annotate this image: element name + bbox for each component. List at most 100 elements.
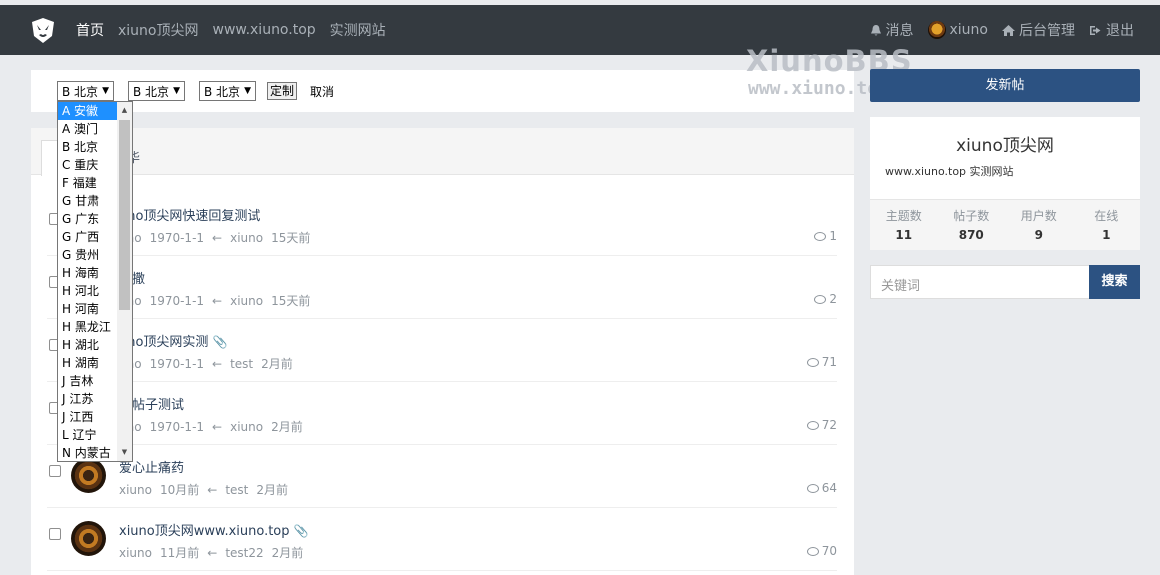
thread-meta-item: xiuno [230, 294, 264, 308]
dropdown-option[interactable]: H 河南 [58, 300, 118, 318]
thread-meta-item: 10月前 [160, 483, 200, 497]
new-thread-button[interactable]: 发新帖 [870, 69, 1140, 102]
thread-meta: xiuno 10月前 ← test 2月前 [119, 481, 296, 498]
reply-count-value: 70 [821, 544, 837, 558]
logo-icon[interactable] [30, 16, 56, 44]
dropdown-option[interactable]: H 湖北 [58, 336, 118, 354]
dropdown-option[interactable]: J 吉林 [58, 372, 118, 390]
dropdown-option[interactable]: A 澳门 [58, 120, 118, 138]
dropdown-option[interactable]: J 江西 [58, 408, 118, 426]
reply-count-value: 72 [821, 418, 837, 432]
stat-label: 主题数 [885, 209, 922, 223]
dropdown-scrollbar[interactable]: ▲ ▼ [117, 102, 132, 461]
thread-meta-item: ← [212, 231, 223, 245]
cancel-link[interactable]: 取消 [310, 83, 334, 100]
thread-meta: uno1970-1-1←xiuno15天前 [119, 229, 318, 246]
thread-meta: uno1970-1-1←test2月前 [119, 355, 301, 372]
thread-meta: uno1970-1-1←xiuno15天前 [119, 292, 318, 309]
dropdown-option[interactable]: B 北京 [58, 138, 118, 156]
scroll-up-icon[interactable]: ▲ [117, 102, 132, 119]
dropdown-option[interactable]: F 福建 [58, 174, 118, 192]
avatar[interactable] [71, 521, 106, 556]
thread-row[interactable]: 的撒uno1970-1-1←xiuno15天前2 [47, 256, 837, 319]
stat-value: 11 [895, 228, 913, 242]
dropdown-option[interactable]: G 贵州 [58, 246, 118, 264]
region-filter-bar: B 北京 ▼ B 北京 ▼ B 北京 ▼ 定制 取消 [31, 70, 854, 112]
thread-checkbox[interactable] [49, 528, 61, 540]
thread-meta-item: xiuno [119, 546, 152, 560]
custom-button[interactable]: 定制 [267, 82, 298, 100]
thread-meta-item: ← [212, 357, 223, 371]
thread-meta-item: test [225, 483, 249, 497]
reply-count: 1 [814, 229, 837, 243]
nav-user[interactable]: xiuno [927, 21, 989, 39]
dropdown-option[interactable]: C 重庆 [58, 156, 118, 174]
nav-user-label: xiuno [949, 22, 989, 38]
thread-checkbox[interactable] [49, 465, 61, 477]
dropdown-option[interactable]: G 广西 [58, 228, 118, 246]
nav-admin-label: 后台管理 [1019, 23, 1075, 39]
scroll-down-icon[interactable]: ▼ [117, 444, 132, 461]
dropdown-option[interactable]: G 甘肃 [58, 192, 118, 210]
thread-row[interactable]: xiuno顶尖网www.xiuno.top 📎 xiuno 11月前 ← test22 2月… [47, 508, 837, 571]
dropdown-option[interactable]: G 广东 [58, 210, 118, 228]
thread-meta-item: 2月前 [261, 357, 293, 371]
thread-row[interactable]: uno顶尖网快速回复测试uno1970-1-1←xiuno15天前1 [47, 193, 837, 256]
thread-row[interactable]: 爱心止痛药 xiuno 10月前 ← test 2月前 64 [47, 445, 837, 508]
thread-row[interactable]: 长帖子测试uno1970-1-1←xiuno2月前72 [47, 382, 837, 445]
region-dropdown-list[interactable]: A 安徽 A 澳门 B 北京 C 重庆 F 福建 G 甘肃 G 广东 G 广西 G 贵州 H 海南… [57, 101, 133, 462]
comment-icon [806, 546, 819, 556]
nav-xiuno-url[interactable]: www.xiuno.top [213, 22, 316, 38]
thread-tabs: 华 [31, 128, 854, 176]
bell-icon [870, 24, 881, 35]
thread-list-panel: 华 uno顶尖网快速回复测试uno1970-1-1←xiuno15天前1的撒un… [31, 128, 854, 575]
dropdown-option[interactable]: L 辽宁 [58, 426, 118, 444]
dropdown-options: A 安徽 A 澳门 B 北京 C 重庆 F 福建 G 甘肃 G 广东 G 广西 G 贵州 H 海南… [58, 102, 118, 461]
dropdown-option[interactable]: H 海南 [58, 264, 118, 282]
search-input[interactable]: 关键词 [870, 265, 1090, 299]
thread-title[interactable]: uno顶尖网实测 📎 [119, 331, 227, 350]
thread-title[interactable]: xiuno顶尖网www.xiuno.top 📎 [119, 520, 308, 539]
thread-row[interactable]: uno顶尖网实测📎uno1970-1-1←test2月前71 [47, 319, 837, 382]
nav-test-site[interactable]: 实测网站 [330, 20, 386, 40]
nav-logout[interactable]: 退出 [1089, 20, 1134, 40]
stat-value: 9 [1034, 228, 1043, 242]
dropdown-option[interactable]: H 湖南 [58, 354, 118, 372]
stat-value: 1 [1102, 228, 1111, 242]
dropdown-arrow-icon: ▼ [244, 86, 251, 96]
thread-meta-item: xiuno [119, 483, 152, 497]
site-name: xiuno顶尖网 [956, 136, 1054, 156]
avatar[interactable] [71, 458, 106, 493]
thread-meta: xiuno 11月前 ← test22 2月前 [119, 544, 311, 561]
thread-title-text: 爱心止痛药 [119, 461, 185, 476]
dropdown-option[interactable]: A 安徽 [58, 102, 118, 120]
reply-count-value: 64 [821, 481, 837, 495]
scrollbar-thumb[interactable] [119, 120, 130, 310]
dropdown-option[interactable]: N 内蒙古 [58, 444, 118, 461]
thread-meta-item: 1970-1-1 [149, 231, 205, 245]
comment-icon [814, 231, 827, 241]
nav-xiuno-site[interactable]: xiuno顶尖网 [118, 20, 199, 40]
comment-icon [806, 483, 819, 493]
dropdown-option[interactable]: J 江苏 [58, 390, 118, 408]
region-select-3[interactable]: B 北京 ▼ [199, 81, 256, 101]
thread-meta-item: test [230, 357, 254, 371]
search-button[interactable]: 搜索 [1089, 265, 1140, 299]
nav-home[interactable]: 首页 [76, 20, 104, 40]
logout-icon [1090, 25, 1101, 35]
stat-label: 用户数 [1020, 209, 1057, 223]
dropdown-option[interactable]: H 黑龙江 [58, 318, 118, 336]
dropdown-arrow-icon: ▼ [102, 86, 109, 96]
stat-item: 用户数 9 [1005, 200, 1073, 250]
dropdown-option[interactable]: H 河北 [58, 282, 118, 300]
nav-messages[interactable]: 消息 [870, 20, 914, 40]
thread-title[interactable]: uno顶尖网快速回复测试 [119, 205, 260, 224]
region-select-2[interactable]: B 北京 ▼ [128, 81, 185, 101]
stat-value: 870 [958, 228, 984, 242]
region-select-1[interactable]: B 北京 ▼ [57, 81, 114, 101]
user-avatar [927, 21, 946, 39]
reply-count: 2 [814, 292, 837, 306]
comment-icon [806, 357, 819, 367]
nav-admin[interactable]: 后台管理 [1002, 20, 1075, 40]
site-stats: 主题数 11 帖子数 870 用户数 9 在线 1 [870, 199, 1140, 250]
